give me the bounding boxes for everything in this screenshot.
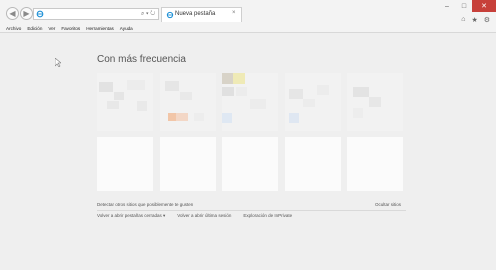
frequent-site-tile-1[interactable] [97,73,153,131]
tab-new-tab[interactable]: Nueva pestaña × [161,7,242,22]
site-slot[interactable] [160,137,216,191]
menu-favorites[interactable]: Favoritos [61,24,80,33]
gear-icon[interactable]: ⚙ [484,16,490,24]
menu-edit[interactable]: Edición [27,24,42,33]
window-controls: – □ ✕ [438,0,496,12]
menu-bar: Archivo Edición Ver Favoritos Herramient… [0,24,496,33]
site-slot[interactable] [347,137,403,191]
address-input[interactable] [46,9,142,19]
browser-chrome: ◀ ▶ ⌕ ▾ ↻ Nueva pestaña × – □ ✕ ⌂ ★ ⚙ Ar… [0,0,496,33]
site-slot[interactable] [285,137,341,191]
site-slot[interactable] [97,137,153,191]
home-icon[interactable]: ⌂ [461,16,465,24]
page-title: Con más frecuencia [97,54,186,65]
divider [97,210,406,211]
frequent-site-tile-5[interactable] [347,73,403,131]
frequent-site-tile-4[interactable] [285,73,341,131]
internet-explorer-icon [166,11,174,19]
star-icon[interactable]: ★ [471,16,477,24]
reopen-last-session-link[interactable]: Volver a abrir última sesión [177,213,231,219]
title-bar: ◀ ▶ ⌕ ▾ ↻ Nueva pestaña × – □ ✕ ⌂ ★ ⚙ [0,0,496,24]
bottom-links: Volver a abrir pestañas cerradas ▾ Volve… [97,213,292,219]
toolbar-icons: ⌂ ★ ⚙ [461,16,490,24]
site-slot[interactable] [222,137,278,191]
discover-sites-link[interactable]: Detectar otros sitios que posiblemente t… [97,202,193,207]
frequent-site-tile-3[interactable] [222,73,278,131]
reopen-closed-tabs-link[interactable]: Volver a abrir pestañas cerradas ▾ [97,213,165,219]
menu-view[interactable]: Ver [48,24,55,33]
menu-help[interactable]: Ayuda [120,24,133,33]
internet-explorer-icon [36,10,44,18]
menu-file[interactable]: Archivo [6,24,21,33]
menu-tools[interactable]: Herramientas [86,24,114,33]
mouse-cursor-icon [55,58,61,67]
frequent-site-tile-2[interactable] [160,73,216,131]
back-arrow-icon[interactable]: ◀ [6,7,19,20]
address-tools[interactable]: ⌕ ▾ ↻ [141,8,159,20]
forward-arrow-icon[interactable]: ▶ [20,7,33,20]
tab-label: Nueva pestaña [175,11,216,17]
inprivate-browsing-link[interactable]: Exploración de InPrivate [243,213,292,219]
close-icon[interactable]: × [232,10,236,16]
hide-sites-link[interactable]: Ocultar sitios [375,202,401,207]
maximize-icon[interactable]: □ [456,0,472,12]
close-window-icon[interactable]: ✕ [472,0,496,12]
minimize-icon[interactable]: – [438,0,456,12]
